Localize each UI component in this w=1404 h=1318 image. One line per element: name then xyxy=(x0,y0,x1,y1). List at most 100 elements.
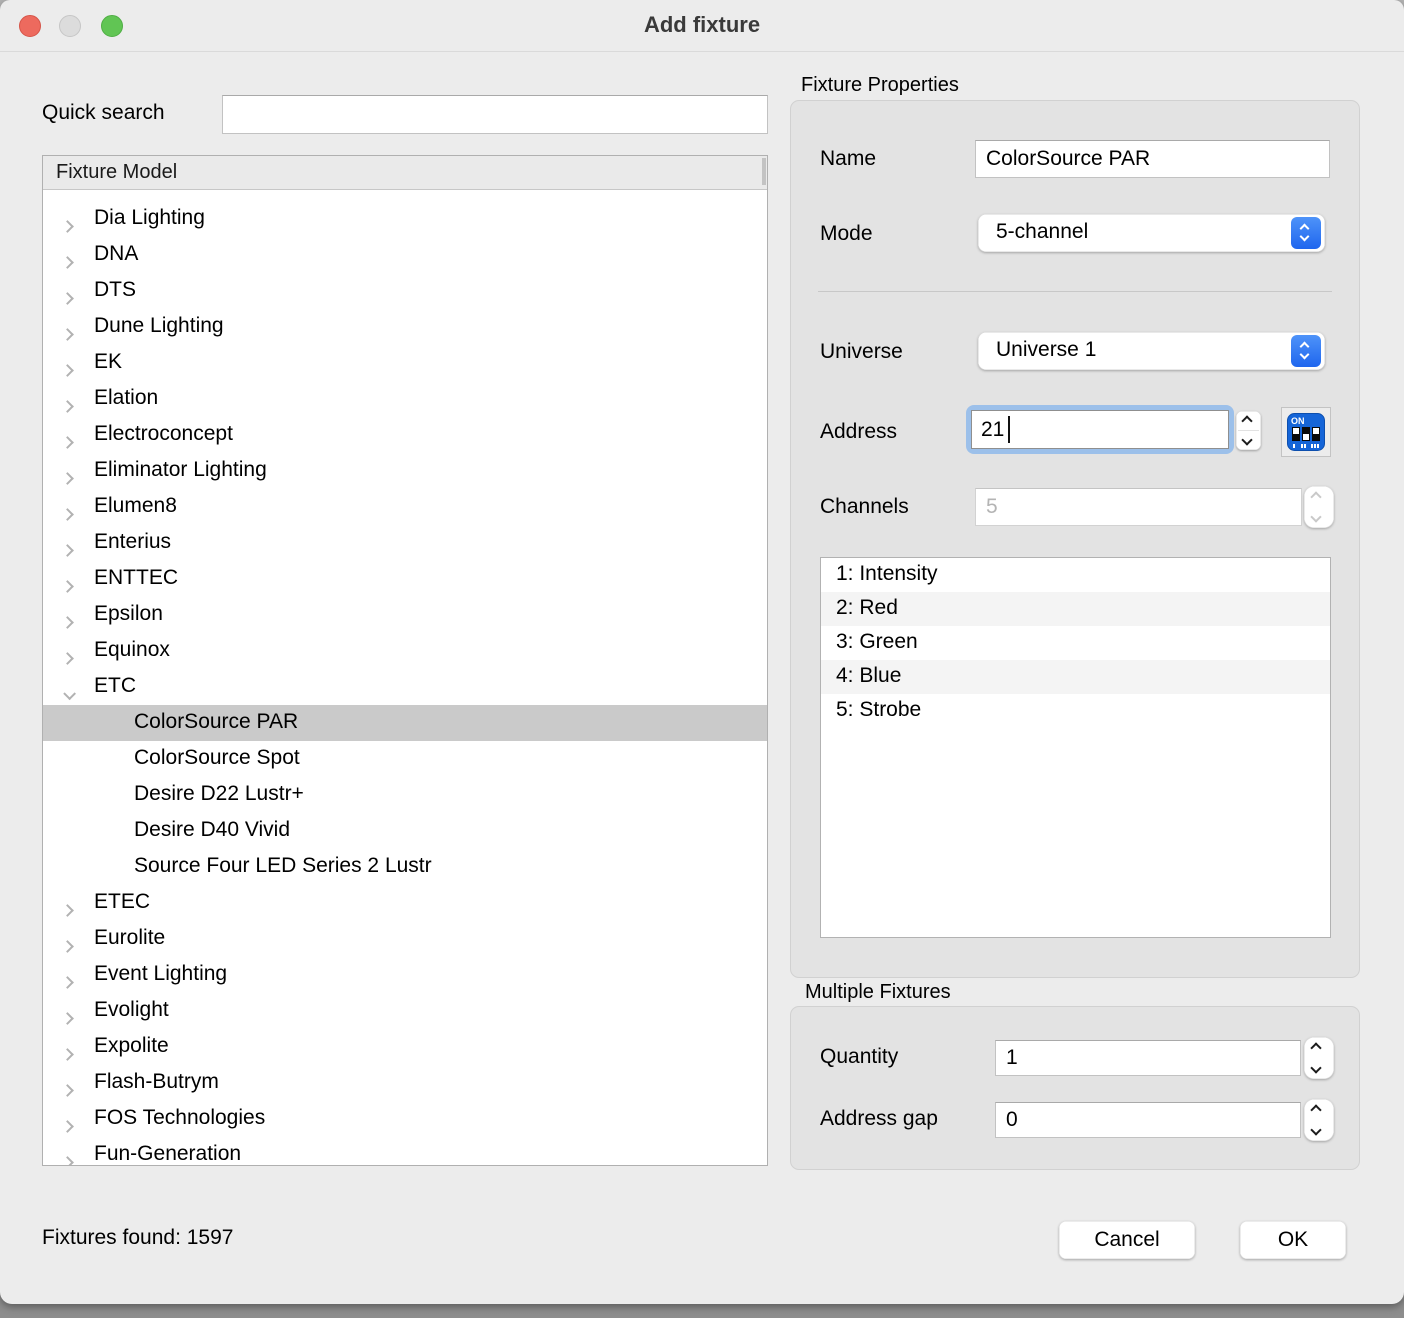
channel-row[interactable]: 5: Strobe xyxy=(821,694,1330,728)
chevron-right-icon[interactable] xyxy=(63,213,72,237)
address-stepper xyxy=(1236,411,1261,450)
chevron-right-icon[interactable] xyxy=(63,357,72,381)
tree-item[interactable]: Dia Lighting xyxy=(43,201,767,237)
multiple-fixtures-title: Multiple Fixtures xyxy=(805,981,951,1004)
tree-item-label: Elation xyxy=(94,386,158,410)
quantity-input[interactable] xyxy=(995,1040,1301,1076)
universe-select[interactable]: Universe 1 xyxy=(978,332,1325,370)
chevron-right-icon[interactable] xyxy=(63,1005,72,1029)
chevron-down-icon[interactable] xyxy=(63,681,72,705)
channel-row[interactable]: 3: Green xyxy=(821,626,1330,660)
chevron-right-icon[interactable] xyxy=(63,1077,72,1101)
address-gap-input[interactable] xyxy=(995,1102,1301,1138)
tree-item[interactable]: Evolight xyxy=(43,993,767,1029)
channel-row[interactable]: 4: Blue xyxy=(821,660,1330,694)
name-input[interactable] xyxy=(975,140,1330,178)
stepper-down-button[interactable] xyxy=(1236,431,1261,451)
chevron-right-icon[interactable] xyxy=(63,393,72,417)
tree-item[interactable]: Desire D22 Lustr+ xyxy=(43,777,767,813)
chevron-right-icon[interactable] xyxy=(63,645,72,669)
tree-item[interactable]: Eurolite xyxy=(43,921,767,957)
tree-item[interactable]: ETC xyxy=(43,669,767,705)
chevron-right-icon[interactable] xyxy=(63,609,72,633)
chevron-right-icon[interactable] xyxy=(63,897,72,921)
tree-item-label: FOS Technologies xyxy=(94,1106,265,1130)
chevron-right-icon[interactable] xyxy=(63,1041,72,1065)
tree-item[interactable]: Expolite xyxy=(43,1029,767,1065)
fixtures-found-status: Fixtures found: 1597 xyxy=(42,1226,233,1250)
svg-text:ON: ON xyxy=(1291,416,1305,426)
tree-item-label: ColorSource Spot xyxy=(134,746,300,770)
chevron-right-icon[interactable] xyxy=(63,537,72,561)
tree-item-label: Eliminator Lighting xyxy=(94,458,267,482)
dip-switch-button[interactable]: ON xyxy=(1281,407,1331,457)
chevron-right-icon[interactable] xyxy=(63,249,72,273)
address-gap-label: Address gap xyxy=(820,1107,938,1131)
tree-item[interactable]: Eliminator Lighting xyxy=(43,453,767,489)
tree-item-label: Equinox xyxy=(94,638,170,662)
mode-selected-value: 5-channel xyxy=(996,220,1088,244)
tree-item[interactable]: Desire D40 Vivid xyxy=(43,813,767,849)
tree-item-label: Event Lighting xyxy=(94,962,227,986)
mode-select[interactable]: 5-channel xyxy=(978,214,1325,252)
tree-item-label: Enterius xyxy=(94,530,171,554)
tree-item[interactable]: EK xyxy=(43,345,767,381)
tree-item-label: EK xyxy=(94,350,122,374)
stepper-down-button[interactable] xyxy=(1304,1120,1334,1141)
tree-item[interactable]: ColorSource Spot xyxy=(43,741,767,777)
tree-item[interactable]: Source Four LED Series 2 Lustr xyxy=(43,849,767,885)
tree-header-separator xyxy=(762,158,766,185)
tree-item[interactable]: Elation xyxy=(43,381,767,417)
chevron-right-icon[interactable] xyxy=(63,321,72,345)
tree-item-label: Epsilon xyxy=(94,602,163,626)
chevron-right-icon[interactable] xyxy=(63,429,72,453)
tree-item-label: ETC xyxy=(94,674,136,698)
chevron-right-icon[interactable] xyxy=(63,285,72,309)
chevron-right-icon[interactable] xyxy=(63,1149,72,1165)
stepper-down-button[interactable] xyxy=(1304,1058,1334,1079)
tree-item-label: Expolite xyxy=(94,1034,169,1058)
tree-item[interactable]: Enterius xyxy=(43,525,767,561)
tree-item[interactable]: Elumen8 xyxy=(43,489,767,525)
tree-item[interactable]: Equinox xyxy=(43,633,767,669)
tree-item[interactable]: DNA xyxy=(43,237,767,273)
channel-row[interactable]: 2: Red xyxy=(821,592,1330,626)
popup-chevrons-icon xyxy=(1291,217,1321,249)
quick-search-label: Quick search xyxy=(42,101,165,125)
tree-item[interactable]: ENTTEC xyxy=(43,561,767,597)
tree-item[interactable]: Epsilon xyxy=(43,597,767,633)
tree-item-label: DNA xyxy=(94,242,138,266)
tree-item-label: ETEC xyxy=(94,890,150,914)
tree-item-label: Elumen8 xyxy=(94,494,177,518)
tree-column-header[interactable]: Fixture Model xyxy=(43,156,767,190)
chevron-right-icon[interactable] xyxy=(63,465,72,489)
cancel-button[interactable]: Cancel xyxy=(1059,1221,1195,1259)
tree-item[interactable]: ColorSource PAR xyxy=(43,705,767,741)
chevron-right-icon[interactable] xyxy=(63,1113,72,1137)
title-bar[interactable]: Add fixture xyxy=(0,0,1404,52)
tree-item[interactable]: Electroconcept xyxy=(43,417,767,453)
tree-item[interactable]: ETEC xyxy=(43,885,767,921)
tree-item[interactable]: Fun-Generation xyxy=(43,1137,767,1165)
tree-item[interactable]: FOS Technologies xyxy=(43,1101,767,1137)
tree-item[interactable]: DTS xyxy=(43,273,767,309)
channel-row[interactable]: 1: Intensity xyxy=(821,558,1330,592)
chevron-right-icon[interactable] xyxy=(63,933,72,957)
stepper-up-button[interactable] xyxy=(1304,1037,1334,1058)
chevron-right-icon[interactable] xyxy=(63,573,72,597)
tree-item[interactable]: Dune Lighting xyxy=(43,309,767,345)
channels-stepper xyxy=(1304,486,1334,528)
chevron-right-icon[interactable] xyxy=(63,969,72,993)
quantity-stepper xyxy=(1304,1037,1334,1079)
dip-switch-icon: ON xyxy=(1287,413,1325,451)
stepper-up-button[interactable] xyxy=(1236,411,1261,431)
tree-item[interactable]: Event Lighting xyxy=(43,957,767,993)
fixture-properties-title: Fixture Properties xyxy=(801,74,959,97)
chevron-right-icon[interactable] xyxy=(63,501,72,525)
quick-search-input[interactable] xyxy=(222,95,768,134)
universe-selected-value: Universe 1 xyxy=(996,338,1096,362)
ok-button[interactable]: OK xyxy=(1240,1221,1346,1259)
multiple-fixtures-group xyxy=(790,1006,1360,1170)
tree-item[interactable]: Flash-Butrym xyxy=(43,1065,767,1101)
stepper-up-button[interactable] xyxy=(1304,1099,1334,1120)
